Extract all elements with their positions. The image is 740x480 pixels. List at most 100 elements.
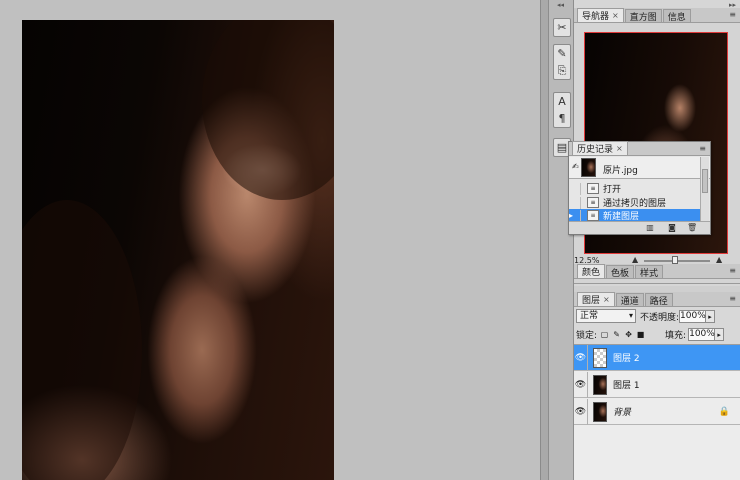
layer-name[interactable]: 背景	[613, 405, 631, 418]
history-footer: ▥ ◙ 🗑	[569, 221, 710, 234]
navigator-tabbar: 导航器 × 直方图 信息 ≡	[574, 8, 740, 23]
tab-paths[interactable]: 路径	[644, 293, 673, 307]
eye-icon[interactable]: 👁	[574, 344, 588, 371]
eye-icon[interactable]: 👁	[574, 371, 588, 398]
create-snapshot-icon[interactable]: ◙	[667, 223, 677, 233]
document-canvas-area[interactable]	[0, 0, 540, 480]
tab-layers[interactable]: 图层 ×	[577, 292, 615, 306]
zoom-in-icon[interactable]: ▲	[716, 255, 722, 264]
lock-row: 锁定: ▢ ✎ ✥ ■ 填充: 100% ▸	[576, 326, 738, 342]
tab-channels[interactable]: 通道	[615, 293, 644, 307]
history-state-marker[interactable]: ▸	[569, 209, 581, 222]
clone-source-icon[interactable]: ⎘	[554, 62, 570, 79]
snapshot-brush-icon[interactable]: ✍	[572, 162, 579, 171]
history-step-label: 打开	[603, 185, 622, 195]
zoom-out-icon[interactable]: ▲	[632, 255, 638, 264]
history-step[interactable]: ≡ 打开	[569, 182, 701, 195]
tab-paths-label: 路径	[649, 296, 668, 307]
opacity-slider-toggle[interactable]: ▸	[706, 309, 716, 323]
expand-dock-icon[interactable]: ◂◂	[557, 1, 564, 9]
history-panel: 历史记录 × ≡ ✍ 原片.jpg ≡ 打开 ≡ 通过拷贝的图层 ▸ ≡ 新建图…	[568, 141, 711, 235]
tab-histogram-label: 直方图	[629, 12, 657, 23]
tab-history[interactable]: 历史记录 ×	[572, 141, 628, 155]
layer-thumbnail	[593, 401, 607, 422]
history-scrollbar[interactable]	[700, 157, 709, 221]
eye-icon[interactable]: 👁	[574, 398, 588, 425]
snapshot-label: 原片.jpg	[603, 166, 638, 176]
collapsed-panel-dock: ◂◂ ✂ ✎ ⎘ A ¶ ▤	[548, 0, 574, 480]
layer-row[interactable]: 👁 图层 1	[574, 371, 740, 398]
panel-dock-splitter[interactable]	[540, 0, 548, 480]
tools-preset-icon[interactable]: ✂	[554, 19, 570, 36]
layer-row[interactable]: 👁 背景 🔒	[574, 398, 740, 425]
brushes-icon[interactable]: ✎	[554, 45, 570, 62]
layer-name[interactable]: 图层 2	[613, 351, 640, 364]
color-tabbar: 颜色 色板 样式 ≡	[574, 264, 740, 279]
dock-group-brushes: ✎ ⎘	[553, 44, 571, 80]
lock-image-pixels-icon[interactable]: ✎	[612, 330, 621, 339]
tab-histogram[interactable]: 直方图	[624, 9, 662, 23]
tab-color-label: 颜色	[582, 268, 601, 278]
blend-row: 正常 不透明度: 100% ▸	[576, 308, 738, 324]
panel-menu-icon[interactable]: ≡	[729, 10, 736, 19]
layers-panel: 图层 × 通道 路径 ≡ 正常 不透明度: 100% ▸ 锁定: ▢ ✎ ✥ ■…	[574, 286, 740, 480]
fill-input[interactable]: 100%	[688, 327, 716, 341]
panel-dock: ▸▸ 导航器 × 直方图 信息 ≡ 12.5% ▲ ▲ 颜色 色板 样式 ≡ 图…	[574, 0, 740, 480]
document-image-portrait[interactable]	[22, 20, 334, 480]
zoom-slider-handle[interactable]	[672, 256, 678, 264]
fill-label: 填充:	[665, 330, 687, 341]
panel-menu-icon[interactable]: ≡	[729, 294, 736, 303]
panel-menu-icon[interactable]: ≡	[699, 144, 706, 153]
layers-tabbar: 图层 × 通道 路径 ≡	[574, 292, 740, 307]
tab-info-label: 信息	[667, 12, 686, 23]
document-icon: ≡	[587, 197, 599, 208]
tab-history-label: 历史记录	[577, 145, 614, 155]
character-icon[interactable]: A	[554, 93, 570, 110]
fill-slider-toggle[interactable]: ▸	[715, 327, 725, 341]
snapshot-thumbnail	[581, 158, 596, 177]
layer-lock-icon: 🔒	[718, 407, 730, 417]
tab-info[interactable]: 信息	[662, 9, 691, 23]
new-document-from-state-icon[interactable]: ▥	[645, 223, 655, 233]
blend-mode-select[interactable]: 正常	[576, 309, 636, 323]
dock-group-tools: ✂	[553, 18, 571, 37]
tab-color[interactable]: 颜色	[577, 264, 606, 278]
history-step[interactable]: ≡ 通过拷贝的图层	[569, 196, 701, 209]
layer-thumbnail	[593, 374, 607, 395]
close-icon[interactable]: ×	[616, 144, 623, 153]
document-icon: ≡	[587, 183, 599, 194]
lock-all-icon[interactable]: ■	[636, 330, 645, 339]
delete-state-icon[interactable]: 🗑	[687, 223, 697, 233]
document-icon: ≡	[587, 210, 599, 221]
color-panel: 颜色 色板 样式 ≡	[574, 264, 740, 284]
lock-label: 锁定:	[576, 330, 598, 341]
history-step-label: 通过拷贝的图层	[603, 199, 667, 209]
close-icon[interactable]: ×	[612, 11, 619, 20]
lock-transparency-icon[interactable]: ▢	[600, 330, 609, 339]
close-icon[interactable]: ×	[603, 295, 610, 304]
tab-styles-label: 样式	[640, 268, 659, 279]
tab-styles[interactable]: 样式	[635, 265, 664, 279]
history-snapshot[interactable]: ✍ 原片.jpg	[569, 157, 710, 179]
layer-list: 👁 图层 2 👁 图层 1 👁 背景 🔒	[574, 344, 740, 480]
history-tabbar: 历史记录 × ≡	[569, 141, 710, 156]
tab-layers-label: 图层	[582, 296, 601, 306]
scrollbar-thumb[interactable]	[702, 169, 708, 193]
history-brush-source[interactable]	[569, 182, 581, 195]
tab-swatches[interactable]: 色板	[606, 265, 635, 279]
dock-group-type: A ¶	[553, 92, 571, 128]
tab-navigator-label: 导航器	[582, 12, 610, 22]
opacity-label: 不透明度:	[640, 312, 680, 323]
layer-name[interactable]: 图层 1	[613, 378, 640, 391]
hair-shadow	[22, 200, 142, 480]
tab-channels-label: 通道	[620, 296, 639, 307]
tab-swatches-label: 色板	[611, 268, 630, 279]
layer-thumbnail	[593, 347, 607, 368]
panel-menu-icon[interactable]: ≡	[729, 266, 736, 275]
paragraph-icon[interactable]: ¶	[554, 110, 570, 127]
opacity-input[interactable]: 100%	[679, 309, 707, 323]
layer-row[interactable]: 👁 图层 2	[574, 344, 740, 371]
tab-navigator[interactable]: 导航器 ×	[577, 8, 624, 22]
lock-position-icon[interactable]: ✥	[624, 330, 633, 339]
history-brush-source[interactable]	[569, 196, 581, 209]
